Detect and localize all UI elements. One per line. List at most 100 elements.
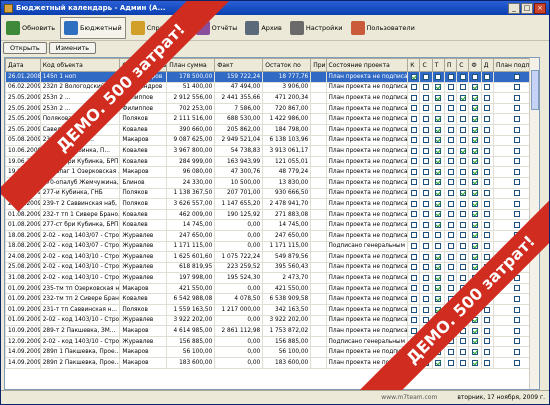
checkbox[interactable] bbox=[410, 168, 417, 175]
checkbox[interactable] bbox=[484, 137, 491, 144]
checkbox[interactable] bbox=[423, 232, 430, 239]
checkbox[interactable] bbox=[447, 200, 454, 207]
checkbox[interactable] bbox=[459, 200, 466, 207]
checkbox[interactable] bbox=[423, 200, 430, 207]
checkbox[interactable] bbox=[410, 211, 417, 218]
checkbox[interactable] bbox=[484, 73, 491, 80]
checkbox[interactable] bbox=[410, 253, 417, 260]
checkbox[interactable] bbox=[423, 137, 430, 144]
table-row[interactable]: 01.08.2009 277-ст бри Кубинка, БРП Ковалев… bbox=[5, 219, 539, 231]
checkbox[interactable] bbox=[435, 296, 442, 303]
column-header[interactable]: Т bbox=[431, 58, 445, 72]
checkbox[interactable] bbox=[410, 73, 417, 80]
checkbox[interactable] bbox=[484, 179, 491, 186]
checkbox[interactable] bbox=[459, 158, 466, 165]
checkbox[interactable] bbox=[472, 190, 479, 197]
checkbox[interactable] bbox=[410, 274, 417, 281]
checkbox[interactable] bbox=[447, 94, 454, 101]
column-header[interactable]: Остаток по bbox=[262, 58, 312, 72]
checkbox[interactable] bbox=[447, 274, 454, 281]
checkbox[interactable] bbox=[513, 84, 520, 91]
checkbox[interactable] bbox=[447, 264, 454, 271]
checkbox[interactable] bbox=[472, 147, 479, 154]
checkbox[interactable] bbox=[513, 296, 520, 303]
checkbox[interactable] bbox=[484, 211, 491, 218]
checkbox[interactable] bbox=[435, 94, 442, 101]
checkbox[interactable] bbox=[447, 221, 454, 228]
checkbox[interactable] bbox=[472, 179, 479, 186]
table-row[interactable]: 19.06.2009270-опалуб Жемчужина,...Блинов… bbox=[5, 176, 539, 189]
checkbox[interactable] bbox=[472, 221, 479, 228]
checkbox[interactable] bbox=[484, 115, 491, 122]
checkbox[interactable] bbox=[410, 126, 417, 133]
checkbox[interactable] bbox=[472, 253, 479, 260]
checkbox[interactable] bbox=[459, 137, 466, 144]
checkbox[interactable] bbox=[435, 285, 442, 292]
checkbox[interactable] bbox=[484, 359, 491, 366]
checkbox[interactable] bbox=[484, 126, 491, 133]
checkbox[interactable] bbox=[459, 243, 466, 250]
checkbox[interactable] bbox=[447, 168, 454, 175]
checkbox[interactable] bbox=[459, 190, 466, 197]
checkbox[interactable] bbox=[484, 221, 491, 228]
checkbox[interactable] bbox=[484, 243, 491, 250]
checkbox[interactable] bbox=[472, 105, 479, 112]
checkbox[interactable] bbox=[410, 317, 417, 324]
checkbox[interactable] bbox=[447, 179, 454, 186]
table-row[interactable]: 24.08.2009 2-02 - код 1403/10 - Строи... Ж… bbox=[5, 251, 539, 263]
checkbox[interactable] bbox=[435, 253, 442, 260]
checkbox[interactable] bbox=[513, 94, 520, 101]
checkbox[interactable] bbox=[435, 179, 442, 186]
checkbox[interactable] bbox=[423, 264, 430, 271]
checkbox[interactable] bbox=[459, 84, 466, 91]
column-header[interactable]: Ф bbox=[468, 58, 482, 72]
checkbox[interactable] bbox=[484, 317, 491, 324]
checkbox[interactable] bbox=[484, 147, 491, 154]
checkbox[interactable] bbox=[410, 94, 417, 101]
checkbox[interactable] bbox=[410, 243, 417, 250]
checkbox[interactable] bbox=[472, 338, 479, 345]
checkbox[interactable] bbox=[447, 73, 454, 80]
checkbox[interactable] bbox=[423, 158, 430, 165]
checkbox[interactable] bbox=[423, 243, 430, 250]
checkbox[interactable] bbox=[484, 232, 491, 239]
checkbox[interactable] bbox=[459, 168, 466, 175]
checkbox[interactable] bbox=[410, 232, 417, 239]
checkbox[interactable] bbox=[472, 94, 479, 101]
table-row[interactable]: 31.08.2009 2-02 - код 1403/10 - Строи... Ж… bbox=[5, 272, 539, 284]
checkbox[interactable] bbox=[484, 84, 491, 91]
table-row[interactable]: 06.02.2009232п 2 Вологодский...Александр… bbox=[5, 81, 539, 94]
checkbox[interactable] bbox=[423, 147, 430, 154]
checkbox[interactable] bbox=[423, 105, 430, 112]
table-row[interactable]: 26.01.2008145п 1 нопАлександров178 500,0… bbox=[5, 71, 539, 83]
checkbox[interactable] bbox=[410, 105, 417, 112]
checkbox[interactable] bbox=[484, 327, 491, 334]
checkbox[interactable] bbox=[410, 264, 417, 271]
checkbox[interactable] bbox=[435, 168, 442, 175]
checkbox[interactable] bbox=[513, 158, 520, 165]
checkbox[interactable] bbox=[447, 84, 454, 91]
open-button[interactable]: Открыть bbox=[3, 42, 47, 54]
checkbox[interactable] bbox=[435, 137, 442, 144]
checkbox[interactable] bbox=[459, 253, 466, 260]
checkbox[interactable] bbox=[484, 168, 491, 175]
column-header[interactable]: П bbox=[443, 58, 458, 72]
column-header[interactable]: Дата bbox=[5, 58, 41, 72]
checkbox[interactable] bbox=[472, 126, 479, 133]
checkbox[interactable] bbox=[472, 168, 479, 175]
checkbox[interactable] bbox=[410, 158, 417, 165]
checkbox[interactable] bbox=[472, 359, 479, 366]
checkbox[interactable] bbox=[459, 359, 466, 366]
checkbox[interactable] bbox=[472, 158, 479, 165]
checkbox[interactable] bbox=[423, 253, 430, 260]
checkbox[interactable] bbox=[423, 221, 430, 228]
checkbox[interactable] bbox=[459, 348, 466, 355]
checkbox[interactable] bbox=[435, 147, 442, 154]
checkbox[interactable] bbox=[435, 105, 442, 112]
checkbox[interactable] bbox=[435, 211, 442, 218]
checkbox[interactable] bbox=[447, 232, 454, 239]
checkbox[interactable] bbox=[484, 338, 491, 345]
checkbox[interactable] bbox=[423, 285, 430, 292]
checkbox[interactable] bbox=[513, 317, 520, 324]
checkbox[interactable] bbox=[410, 115, 417, 122]
